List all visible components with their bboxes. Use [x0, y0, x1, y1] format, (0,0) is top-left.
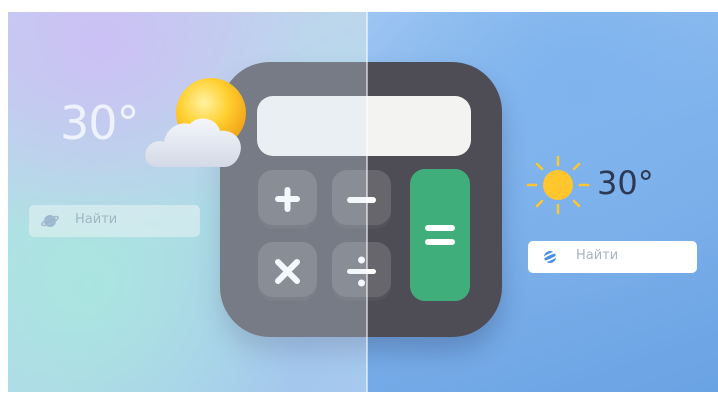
divide-key[interactable] [332, 242, 391, 301]
multiply-icon [275, 259, 300, 284]
minus-icon [347, 197, 376, 203]
planet-icon [540, 251, 560, 263]
minus-key[interactable] [332, 170, 391, 229]
equals-icon [425, 225, 455, 245]
temperature-left: 30° [60, 96, 140, 150]
plus-key[interactable] [258, 170, 317, 229]
comparison-banner: 30° Найти 30° Найти [0, 0, 718, 394]
search-bar-right[interactable]: Найти [528, 241, 697, 273]
multiply-key[interactable] [258, 242, 317, 301]
temperature-right: 30° [597, 164, 654, 202]
split-divider [366, 12, 368, 392]
planet-icon [41, 215, 59, 227]
search-placeholder-right: Найти [576, 248, 619, 263]
search-placeholder-left: Найти [75, 212, 118, 227]
cloud-icon [145, 118, 241, 167]
divide-icon [347, 256, 376, 287]
sun-icon [526, 155, 590, 215]
calculator-app-icon[interactable] [220, 62, 502, 337]
calculator-display [257, 96, 471, 156]
plus-icon [275, 187, 300, 212]
search-bar-left[interactable]: Найти [29, 205, 200, 237]
equals-key[interactable] [410, 169, 470, 301]
